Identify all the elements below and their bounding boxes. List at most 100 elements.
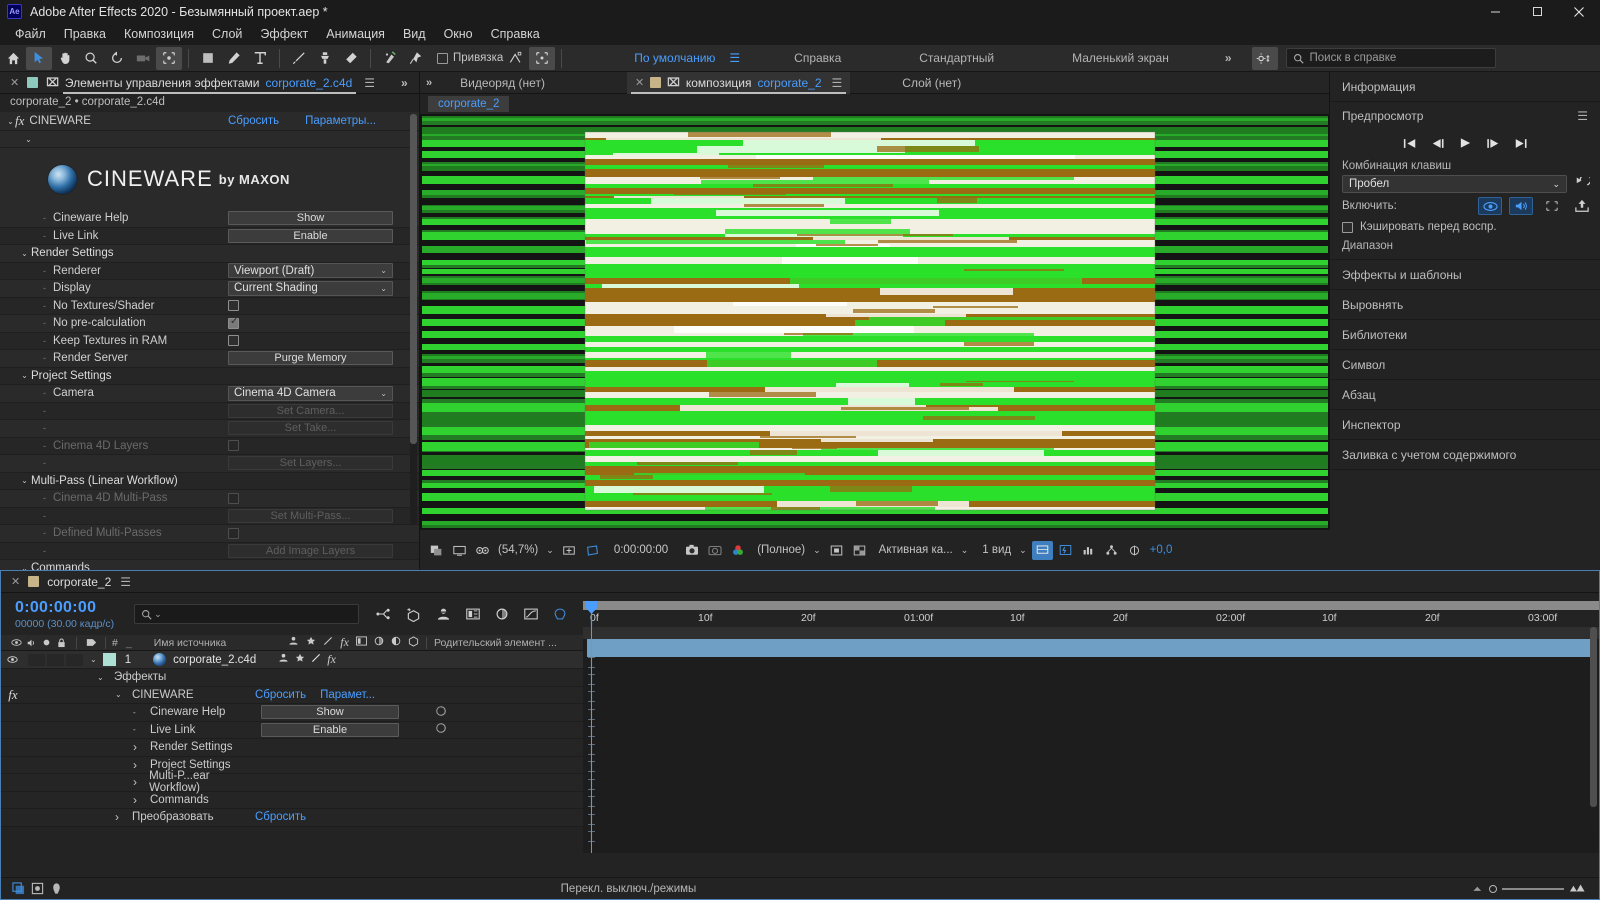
tab-layer[interactable]: Слой (нет) — [894, 72, 969, 94]
layer-collapse-icon[interactable] — [295, 653, 305, 666]
workspace-help[interactable]: Справка — [780, 51, 855, 65]
timeline-property-row[interactable]: - Cineware Help Show — [1, 704, 583, 722]
workspace-settings-icon[interactable] — [1251, 46, 1278, 70]
close-icon[interactable]: ✕ — [10, 76, 19, 89]
right-panel-section[interactable]: Выровнять — [1330, 290, 1600, 320]
chevron-down-icon-2[interactable]: ⌄ — [24, 135, 33, 144]
shortcut-dropdown[interactable]: Пробел ⌄ — [1342, 175, 1567, 193]
effect-control-row[interactable]: ⌄ Commands — [0, 560, 419, 570]
export-preview-icon[interactable] — [1574, 199, 1590, 213]
effect-control-row[interactable]: - Set Take... — [0, 420, 419, 438]
effect-control-row[interactable]: - Live Link Enable — [0, 227, 419, 245]
layer-label-color[interactable] — [102, 653, 116, 666]
timeline-property-row[interactable]: - Live Link Enable — [1, 721, 583, 739]
info-panel-header[interactable]: Информация — [1330, 72, 1600, 102]
snap-path-icon[interactable] — [503, 47, 529, 70]
timeline-property-row[interactable]: fx ⌄ CINEWARE Сбросить Парамет... — [1, 686, 583, 704]
effect-control-row[interactable]: - Add Image Layers — [0, 542, 419, 560]
chevron-down-icon[interactable]: ⌄ — [115, 690, 127, 699]
roto-brush-tool-icon[interactable] — [377, 47, 403, 70]
maximize-button[interactable] — [1516, 0, 1558, 23]
zoom-tool-icon[interactable] — [78, 47, 104, 70]
workspace-small-screen[interactable]: Маленький экран — [1058, 51, 1183, 65]
tab-composition[interactable]: ✕ ⌧ композиция corporate_2 ☰ — [626, 71, 851, 94]
timeline-reset-link[interactable]: Сбросить — [255, 811, 306, 823]
lock-icon-2[interactable]: ⌧ — [667, 76, 680, 89]
effect-control-row[interactable]: - Cinema 4D Multi-Pass — [0, 490, 419, 508]
effect-options-link[interactable]: Параметры... — [305, 115, 376, 127]
timeline-property-row[interactable]: › Commands — [1, 791, 583, 809]
composition-viewport[interactable] — [420, 114, 1330, 529]
region-of-interest-icon[interactable] — [582, 541, 603, 560]
layer-expand-chevron[interactable]: ⌄ — [90, 655, 97, 664]
effect-control-row[interactable]: - Set Multi-Pass... — [0, 507, 419, 525]
pen-tool-icon[interactable] — [221, 47, 247, 70]
toggle-switches-modes-icon[interactable] — [9, 882, 28, 895]
menu-file[interactable]: Файл — [6, 25, 55, 43]
3d-view-icon[interactable] — [472, 541, 493, 560]
chevron-right-icon[interactable]: › — [115, 810, 127, 824]
effect-subexpand-row[interactable]: ⌄ — [0, 131, 419, 148]
graph-editor-icon[interactable] — [523, 607, 539, 621]
exposure-value[interactable]: +0,0 — [1147, 544, 1176, 556]
menu-composition[interactable]: Композиция — [115, 25, 203, 43]
effect-control-row[interactable]: - Set Camera... — [0, 402, 419, 420]
anchor-point-tool-icon[interactable] — [156, 46, 182, 70]
cache-checkbox[interactable] — [1342, 221, 1353, 233]
layer-video-toggle[interactable] — [1, 655, 23, 664]
pixel-aspect-correction-icon[interactable] — [1031, 540, 1053, 560]
panel-expand-icon[interactable]: » — [401, 76, 408, 90]
effect-control-dropdown[interactable]: Cinema 4D Camera ⌄ — [228, 385, 393, 401]
menu-help[interactable]: Справка — [482, 25, 549, 43]
effect-control-button[interactable]: Enable — [228, 228, 393, 243]
timeline-zoom-slider[interactable] — [1471, 882, 1585, 896]
timeline-reset-link[interactable]: Сбросить — [255, 689, 306, 701]
timeline-track-area[interactable] — [583, 627, 1599, 853]
tab-effect-controls[interactable]: Элементы управления эффектами corporate_… — [59, 72, 360, 94]
puppet-pin-tool-icon[interactable] — [403, 47, 429, 70]
chevron-right-icon[interactable]: › — [133, 740, 145, 754]
cache-before-playback-row[interactable]: Кэшировать перед воспр. — [1330, 218, 1600, 236]
timeline-property-row[interactable]: › Render Settings — [1, 739, 583, 757]
motion-blur-bottom-icon[interactable] — [47, 882, 66, 895]
effect-header-row[interactable]: ⌄ fx CINEWARE Сбросить Параметры... — [0, 112, 419, 131]
effect-control-checkbox[interactable] — [228, 316, 239, 329]
home-icon[interactable] — [0, 47, 26, 70]
workspace-standard[interactable]: Стандартный — [905, 51, 1008, 65]
chevron-down-icon[interactable]: ⌄ — [6, 117, 15, 126]
effect-control-row[interactable]: - No pre-calculation — [0, 315, 419, 333]
timeline-property-row[interactable]: ⌄ Эффекты — [1, 669, 583, 687]
chevron-down-icon[interactable]: ⌄ — [97, 673, 109, 682]
type-tool-icon[interactable] — [247, 47, 273, 70]
camera-view-value[interactable]: Активная ка... — [876, 544, 956, 556]
toggle-switches-label[interactable]: Перекл. выключ./режимы — [66, 883, 1191, 895]
timeline-property-row[interactable]: › Multi-P...ear Workflow) — [1, 770, 583, 794]
resolution-value[interactable]: (Полное) — [754, 544, 808, 556]
help-search-box[interactable]: Поиск в справке — [1285, 48, 1496, 68]
channel-rgb-icon[interactable] — [727, 541, 748, 560]
snapping-checkbox[interactable] — [437, 52, 448, 64]
effect-control-row[interactable]: - Cineware Help Show — [0, 210, 419, 228]
show-snapshot-icon[interactable] — [704, 541, 725, 560]
timeline-work-area-bar[interactable] — [583, 601, 1599, 610]
motion-blur-icon[interactable] — [494, 607, 510, 621]
effect-control-row[interactable]: - Renderer Viewport (Draft) ⌄ — [0, 262, 419, 280]
prev-frame-button[interactable] — [1431, 138, 1445, 149]
toggle-transparency-icon[interactable] — [849, 541, 870, 560]
menu-layer[interactable]: Слой — [203, 25, 251, 43]
chevron-down-icon[interactable]: ⌄ — [20, 249, 29, 258]
menu-effect[interactable]: Эффект — [251, 25, 317, 43]
close-icon-3[interactable]: ✕ — [11, 575, 20, 588]
fast-previews-icon[interactable] — [1055, 541, 1076, 560]
views-value[interactable]: 1 вид — [979, 544, 1014, 556]
toggle-transparency-grid-icon[interactable] — [449, 541, 470, 560]
timeline-property-row[interactable]: › Преобразовать Сбросить — [1, 809, 583, 827]
effect-control-row[interactable]: ⌄ Render Settings — [0, 245, 419, 263]
effect-control-row[interactable]: - Keep Textures in RAM — [0, 332, 419, 350]
composition-mini-flowchart-icon[interactable] — [375, 607, 392, 621]
include-overlays-icon[interactable] — [1540, 197, 1564, 215]
effect-control-row[interactable]: - Cinema 4D Layers — [0, 437, 419, 455]
close-icon-2[interactable]: ✕ — [635, 76, 644, 89]
camera-tool-icon[interactable] — [130, 47, 156, 70]
right-panel-section[interactable]: Абзац — [1330, 380, 1600, 410]
